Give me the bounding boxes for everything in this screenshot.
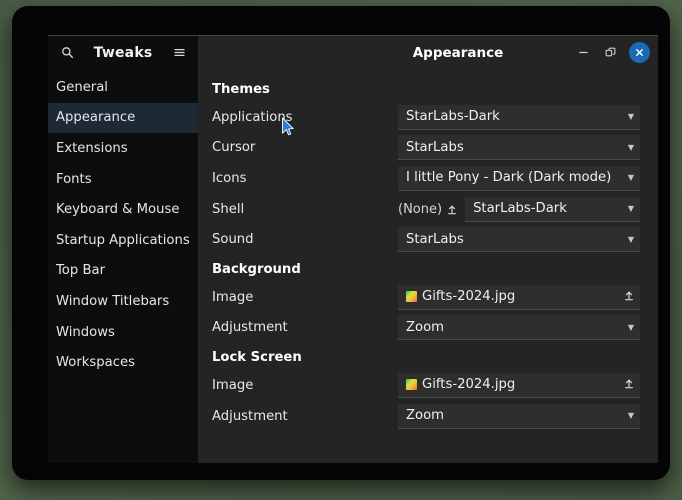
chevron-down-icon: ▼: [627, 234, 634, 244]
image-thumbnail-icon: [406, 379, 417, 391]
app-title: Tweaks: [93, 44, 153, 61]
sidebar-nav-list: General Appearance Extensions Fonts Keyb…: [48, 72, 198, 378]
upload-icon[interactable]: [624, 290, 634, 304]
label-background-adjustment: Adjustment: [212, 320, 288, 336]
icons-theme-dropdown[interactable]: I little Pony - Dark (Dark mode) ▼: [398, 165, 640, 191]
section-heading-background: Background: [212, 261, 301, 277]
sidebar-item-workspaces[interactable]: Workspaces: [48, 347, 198, 378]
sidebar-item-startup-applications[interactable]: Startup Applications: [48, 225, 198, 256]
sidebar-item-general[interactable]: General: [48, 72, 198, 103]
shell-none-text: (None): [398, 201, 443, 217]
row-shell: Shell (None) StarLabs-Dark ▼: [212, 194, 640, 225]
section-heading-themes: Themes: [212, 82, 270, 97]
hamburger-menu-icon[interactable]: [170, 44, 188, 62]
cursor-theme-dropdown[interactable]: StarLabs ▼: [398, 135, 640, 161]
sidebar: Tweaks General Appearance Extensions Fon…: [48, 36, 198, 463]
row-cursor: Cursor StarLabs ▼: [212, 133, 640, 164]
chevron-down-icon: ▼: [627, 142, 634, 152]
background-adjustment-value: Zoom: [406, 319, 445, 335]
background-adjustment-dropdown[interactable]: Zoom ▼: [398, 315, 640, 341]
chevron-down-icon: ▼: [627, 322, 634, 332]
sidebar-item-keyboard-mouse[interactable]: Keyboard & Mouse: [48, 194, 198, 225]
sidebar-item-fonts[interactable]: Fonts: [48, 164, 198, 195]
sidebar-item-label: Windows: [56, 324, 115, 340]
sidebar-item-label: General: [56, 79, 108, 95]
sidebar-item-label: Keyboard & Mouse: [56, 202, 180, 218]
sidebar-item-label: Startup Applications: [56, 232, 190, 248]
settings-content: Themes Applications StarLabs-Dark ▼ Curs…: [198, 69, 658, 463]
applications-theme-dropdown[interactable]: StarLabs-Dark ▼: [398, 104, 640, 130]
shell-theme-dropdown[interactable]: StarLabs-Dark ▼: [465, 196, 640, 222]
shell-theme-value: StarLabs-Dark: [473, 201, 567, 217]
label-icons: Icons: [212, 170, 247, 186]
chevron-down-icon: ▼: [627, 204, 634, 214]
background-image-chooser[interactable]: Gifts-2024.jpg: [398, 284, 640, 310]
sidebar-header: Tweaks: [48, 36, 198, 69]
label-cursor: Cursor: [212, 140, 256, 156]
maximize-restore-button[interactable]: [602, 44, 619, 61]
lockscreen-image-filename: Gifts-2024.jpg: [422, 377, 516, 393]
sidebar-item-label: Workspaces: [56, 355, 135, 371]
sidebar-item-extensions[interactable]: Extensions: [48, 133, 198, 164]
label-sound: Sound: [212, 232, 254, 248]
lockscreen-adjustment-dropdown[interactable]: Zoom ▼: [398, 403, 640, 429]
row-lockscreen-image: Image Gifts-2024.jpg: [212, 370, 640, 401]
row-lockscreen-adjustment: Adjustment Zoom ▼: [212, 401, 640, 432]
cursor-theme-value: StarLabs: [406, 139, 464, 155]
sidebar-item-label: Top Bar: [56, 263, 105, 279]
row-background-adjustment: Adjustment Zoom ▼: [212, 313, 640, 344]
sidebar-item-windows[interactable]: Windows: [48, 317, 198, 348]
sidebar-item-top-bar[interactable]: Top Bar: [48, 256, 198, 287]
row-sound: Sound StarLabs ▼: [212, 224, 640, 255]
lockscreen-adjustment-value: Zoom: [406, 408, 445, 424]
background-image-filename: Gifts-2024.jpg: [422, 289, 516, 305]
label-shell: Shell: [212, 201, 245, 217]
main-panel: Appearance Themes Applications StarLabs-…: [198, 36, 658, 463]
sound-theme-value: StarLabs: [406, 231, 464, 247]
minimize-button[interactable]: [575, 44, 592, 61]
upload-icon[interactable]: [447, 204, 457, 215]
row-applications: Applications StarLabs-Dark ▼: [212, 102, 640, 133]
window-controls: [575, 42, 650, 63]
sidebar-item-label: Extensions: [56, 140, 128, 156]
chevron-down-icon: ▼: [627, 411, 634, 421]
sound-theme-dropdown[interactable]: StarLabs ▼: [398, 227, 640, 253]
shell-aux: (None): [398, 202, 457, 217]
sidebar-item-appearance[interactable]: Appearance: [48, 102, 198, 134]
label-lockscreen-image: Image: [212, 377, 254, 393]
close-button[interactable]: [629, 42, 650, 63]
label-applications: Applications: [212, 109, 293, 125]
icons-theme-value: I little Pony - Dark (Dark mode): [406, 170, 612, 186]
titlebar: Appearance: [198, 36, 658, 69]
row-icons: Icons I little Pony - Dark (Dark mode) ▼: [212, 163, 640, 194]
label-lockscreen-adjustment: Adjustment: [212, 408, 288, 424]
tweaks-window: Tweaks General Appearance Extensions Fon…: [48, 35, 658, 463]
chevron-down-icon: ▼: [627, 173, 634, 183]
row-background-image: Image Gifts-2024.jpg: [212, 282, 640, 313]
sidebar-item-label: Fonts: [56, 171, 92, 187]
chevron-down-icon: ▼: [627, 112, 634, 122]
sidebar-item-label: Appearance: [56, 110, 136, 126]
window-frame: Tweaks General Appearance Extensions Fon…: [12, 6, 670, 480]
image-thumbnail-icon: [406, 291, 417, 303]
upload-icon[interactable]: [624, 378, 634, 392]
search-icon[interactable]: [58, 44, 76, 62]
applications-theme-value: StarLabs-Dark: [406, 109, 500, 125]
sidebar-item-label: Window Titlebars: [56, 293, 170, 309]
lockscreen-image-chooser[interactable]: Gifts-2024.jpg: [398, 372, 640, 398]
section-heading-lock-screen: Lock Screen: [212, 350, 302, 366]
sidebar-item-window-titlebars[interactable]: Window Titlebars: [48, 286, 198, 317]
label-background-image: Image: [212, 289, 254, 305]
